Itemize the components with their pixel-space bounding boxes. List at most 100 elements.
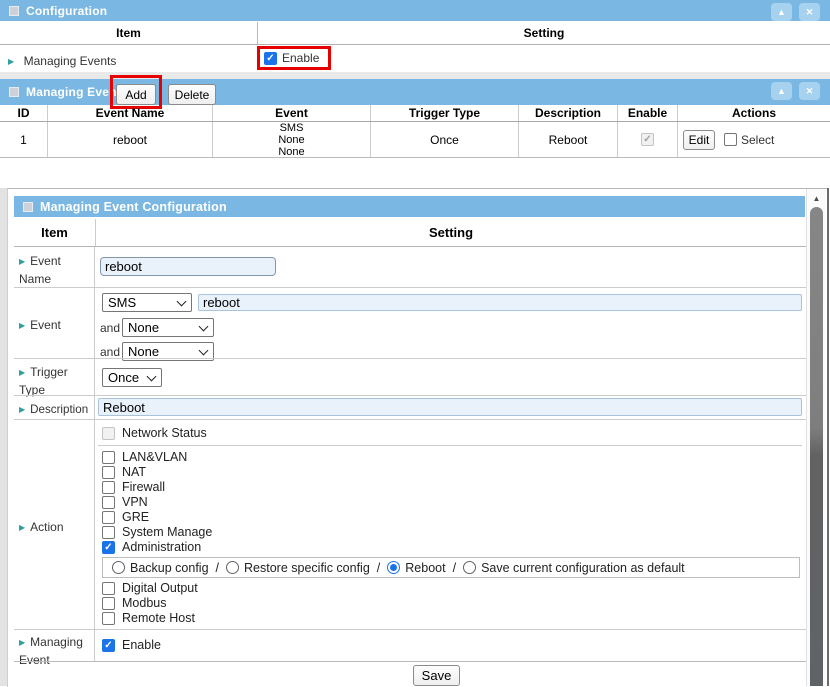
administration-checkbox[interactable]: ✓ — [102, 541, 115, 554]
event-label: Event — [30, 318, 61, 332]
collapse-button[interactable]: ▲ — [771, 82, 792, 100]
configuration-column-header-row: Item Setting — [0, 22, 830, 45]
collapse-button[interactable]: ▲ — [771, 3, 792, 21]
gre-checkbox[interactable] — [102, 511, 115, 524]
managing-event-item-cell: ▶Managing Event — [14, 630, 95, 661]
enable-highlight-box: ✓ Enable — [257, 46, 331, 70]
save-button[interactable]: Save — [413, 665, 460, 686]
scroll-up-arrow-icon[interactable]: ▲ — [807, 191, 826, 205]
action-check-row: ✓ Administration — [102, 540, 201, 554]
save-default-label: Save current configuration as default — [481, 561, 685, 575]
vpn-checkbox[interactable] — [102, 496, 115, 509]
row-enable-checkbox: ✓ — [641, 133, 654, 146]
digital-output-label: Digital Output — [122, 581, 198, 595]
cell-trigger-type: Once — [371, 122, 519, 157]
event-item-cell: ▶Event — [14, 288, 95, 358]
description-label: Description — [30, 403, 88, 416]
modbus-checkbox[interactable] — [102, 597, 115, 610]
restore-config-radio[interactable] — [226, 561, 239, 574]
event-list-header-row: ID Event Name Event Trigger Type Descrip… — [0, 105, 830, 122]
action-check-row: Digital Output — [102, 581, 198, 595]
check-icon: ✓ — [103, 542, 114, 553]
remote-host-checkbox[interactable] — [102, 612, 115, 625]
delete-button[interactable]: Delete — [168, 84, 216, 105]
gre-label: GRE — [122, 510, 149, 524]
close-button[interactable]: ✕ — [799, 3, 820, 21]
window-square-icon — [9, 6, 19, 16]
event-line: None — [278, 134, 304, 146]
cell-description: Reboot — [519, 122, 618, 157]
and-label: and — [100, 345, 120, 359]
close-icon: ✕ — [806, 86, 814, 97]
description-input[interactable]: Reboot — [98, 398, 802, 416]
nat-checkbox[interactable] — [102, 466, 115, 479]
lan-vlan-checkbox[interactable] — [102, 451, 115, 464]
action-network-status: Network Status — [102, 426, 207, 440]
action-check-row: System Manage — [102, 525, 212, 539]
backup-config-radio[interactable] — [112, 561, 125, 574]
action-check-row: Remote Host — [102, 611, 195, 625]
chevron-down-icon — [199, 345, 209, 355]
reboot-label: Reboot — [405, 561, 445, 575]
check-icon: ✓ — [642, 134, 653, 145]
action-check-row: VPN — [102, 495, 148, 509]
firewall-checkbox[interactable] — [102, 481, 115, 494]
save-default-radio[interactable] — [463, 561, 476, 574]
action-item-cell: ▶Action — [14, 420, 95, 629]
collapse-icon: ▲ — [777, 7, 786, 17]
add-highlight-box — [110, 75, 162, 109]
firewall-label: Firewall — [122, 480, 165, 494]
action-check-row: Firewall — [102, 480, 165, 494]
trigger-label: Trigger Type — [19, 365, 68, 397]
event-type-value: SMS — [108, 295, 136, 310]
select-label: Select — [741, 133, 774, 147]
event-value-input[interactable]: reboot — [198, 294, 802, 311]
managing-event-enable-checkbox[interactable]: ✓ — [102, 639, 115, 652]
header-event-name: Event Name — [48, 105, 213, 121]
restore-config-label: Restore specific config — [244, 561, 370, 575]
trigger-type-select[interactable]: Once — [102, 368, 162, 387]
and-label: and — [100, 321, 120, 335]
edit-button[interactable]: Edit — [683, 130, 715, 150]
col-item-header: Item — [14, 219, 96, 246]
event-line: None — [278, 146, 304, 158]
check-icon: ✓ — [103, 640, 114, 651]
managing-events-row: ▶ Managing Events ✓ Enable — [0, 45, 830, 72]
radio-separator: / — [216, 561, 219, 575]
event-type-select[interactable]: SMS — [102, 293, 192, 312]
bullet-icon: ▶ — [19, 257, 25, 266]
select-checkbox[interactable] — [724, 133, 737, 146]
reboot-radio[interactable] — [387, 561, 400, 574]
managing-events-label: Managing Events — [24, 54, 117, 68]
enable-label: Enable — [282, 51, 319, 65]
cell-actions: Edit Select — [678, 122, 830, 157]
nat-label: NAT — [122, 465, 146, 479]
close-button[interactable]: ✕ — [799, 82, 820, 100]
save-row: Save — [14, 661, 806, 686]
action-check-row: Modbus — [102, 596, 166, 610]
cell-event: SMS None None — [213, 122, 371, 157]
scrollbar-thumb[interactable] — [810, 207, 823, 686]
event-name-input[interactable]: reboot — [100, 257, 276, 276]
scrollbar-track[interactable]: ▲ — [806, 189, 826, 686]
managing-events-enable-checkbox[interactable]: ✓ — [264, 52, 277, 65]
lan-vlan-label: LAN&VLAN — [122, 450, 187, 464]
action-check-row: LAN&VLAN — [102, 450, 187, 464]
backup-config-label: Backup config — [130, 561, 209, 575]
header-actions: Actions — [678, 105, 830, 121]
event-and-select-1[interactable]: None — [122, 318, 214, 337]
network-status-checkbox — [102, 427, 115, 440]
vpn-label: VPN — [122, 495, 148, 509]
chevron-down-icon — [199, 321, 209, 331]
event-config-table: Item Setting ▶Event Name reboot ▶Event S… — [14, 219, 806, 686]
event-row: ▶Event SMS reboot and None and None — [14, 287, 806, 358]
radio-separator: / — [377, 561, 380, 575]
cell-event-name: reboot — [48, 122, 213, 157]
administration-options-box: Backup config / Restore specific config … — [102, 557, 800, 578]
event-name-item-cell: ▶Event Name — [14, 247, 95, 287]
system-manage-checkbox[interactable] — [102, 526, 115, 539]
description-row: ▶Description Reboot — [14, 395, 806, 419]
cell-enable: ✓ — [618, 122, 678, 157]
managing-event-enable: ✓ Enable — [102, 638, 161, 652]
digital-output-checkbox[interactable] — [102, 582, 115, 595]
